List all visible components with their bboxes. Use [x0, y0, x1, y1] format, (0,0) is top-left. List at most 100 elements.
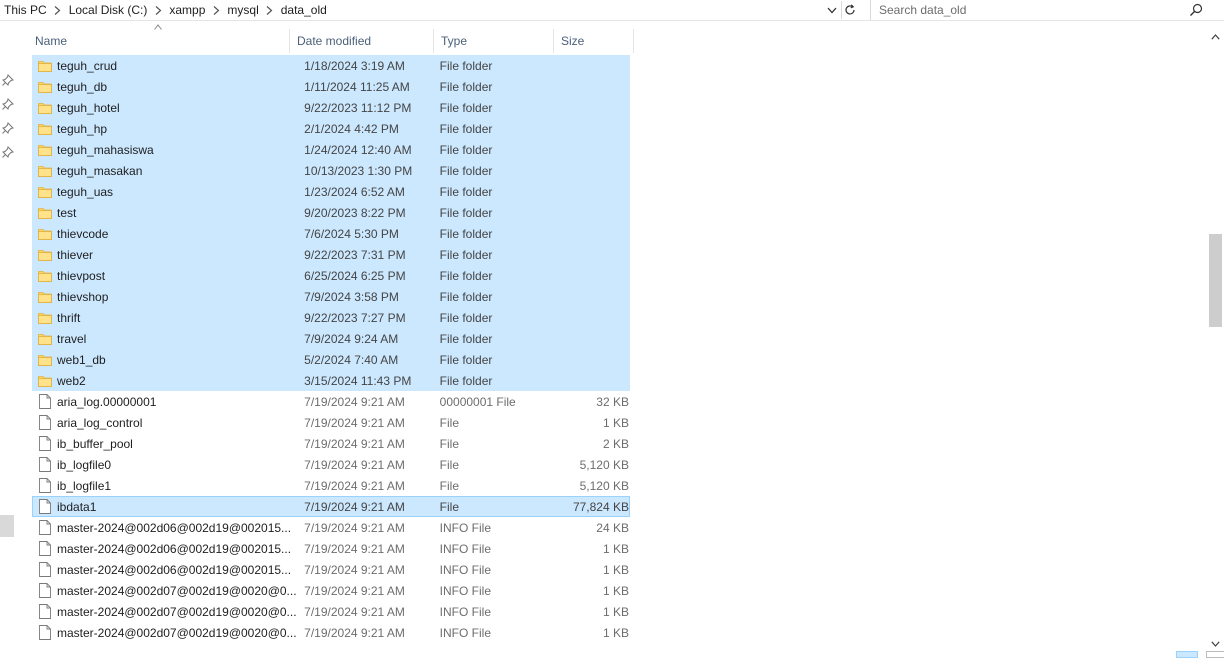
file-row[interactable]: ib_buffer_pool 7/19/2024 9:21 AM File 2 KB — [32, 433, 630, 454]
file-row[interactable]: master-2024@002d07@002d19@0020@0... 7/19/… — [32, 580, 630, 601]
file-row[interactable]: thrift 9/22/2023 7:27 PM File folder — [32, 307, 630, 328]
scroll-down-icon[interactable] — [1207, 635, 1224, 652]
file-row[interactable]: aria_log_control 7/19/2024 9:21 AM File 1 K… — [32, 412, 630, 433]
column-headers: Name Date modified Type Size — [18, 24, 634, 53]
file-icon — [33, 391, 57, 412]
file-row[interactable]: ib_logfile0 7/19/2024 9:21 AM File 5,120 KB — [32, 454, 630, 475]
file-row[interactable]: thievpost 6/25/2024 6:25 PM File folder — [32, 265, 630, 286]
file-row[interactable]: travel 7/9/2024 9:24 AM File folder — [32, 328, 630, 349]
details-view-button[interactable] — [1176, 651, 1198, 658]
file-type: 00000001 File — [439, 394, 516, 409]
sort-ascending-icon — [154, 24, 162, 30]
pin-icon[interactable] — [2, 74, 14, 86]
file-name: aria_log.00000001 — [57, 394, 157, 409]
search-input[interactable] — [871, 1, 1181, 19]
file-row[interactable]: thievshop 7/9/2024 3:58 PM File folder — [32, 286, 630, 307]
file-row[interactable]: thievcode 7/6/2024 5:30 PM File folder — [32, 223, 630, 244]
file-row[interactable]: web1_db 5/2/2024 7:40 AM File folder — [32, 349, 630, 370]
file-date: 3/15/2024 11:43 PM — [304, 373, 412, 388]
file-date: 2/1/2024 4:42 PM — [304, 121, 399, 136]
file-size: 24 KB — [596, 520, 629, 535]
search-icon[interactable] — [1189, 3, 1203, 17]
file-row[interactable]: master-2024@002d06@002d19@002015... 7/19/… — [32, 538, 630, 559]
file-row[interactable]: master-2024@002d07@002d19@0020@0... 7/19/… — [32, 601, 630, 622]
file-size: 77,824 KB — [572, 499, 629, 514]
nav-selected-item[interactable] — [0, 515, 14, 537]
column-header-label: Type — [441, 34, 468, 48]
column-header-label: Date modified — [297, 34, 372, 48]
file-row[interactable]: aria_log.00000001 7/19/2024 9:21 AM 000000… — [32, 391, 630, 412]
pin-icon[interactable] — [2, 146, 14, 158]
file-row[interactable]: web2 3/15/2024 11:43 PM File folder — [32, 370, 630, 391]
file-icon — [33, 496, 57, 517]
file-row[interactable]: teguh_mahasiswa 1/24/2024 12:40 AM File fo… — [32, 139, 630, 160]
file-size: 1 KB — [602, 562, 629, 577]
file-type: INFO File — [439, 583, 492, 598]
file-date: 7/9/2024 9:24 AM — [304, 331, 399, 346]
scrollbar-thumb[interactable] — [1209, 234, 1222, 327]
file-row[interactable]: master-2024@002d06@002d19@002015... 7/19/… — [32, 559, 630, 580]
crumb-xampp[interactable]: xampp — [169, 3, 205, 17]
file-name: thiever — [57, 247, 94, 262]
file-type: File folder — [439, 79, 493, 94]
file-row[interactable]: teguh_db 1/11/2024 11:25 AM File folder — [32, 76, 630, 97]
file-row[interactable]: teguh_crud 1/18/2024 3:19 AM File folder — [32, 55, 630, 76]
pin-icon[interactable] — [2, 98, 14, 110]
file-name: master-2024@002d06@002d19@002015... — [57, 520, 292, 535]
file-type: INFO File — [439, 541, 492, 556]
column-header-type[interactable]: Type — [434, 29, 554, 53]
file-row[interactable]: teguh_masakan 10/13/2023 1:30 PM File fold… — [32, 160, 630, 181]
file-row[interactable]: test 9/20/2023 8:22 PM File folder — [32, 202, 630, 223]
file-type: File folder — [439, 142, 493, 157]
file-name: ib_buffer_pool — [57, 436, 133, 451]
column-header-name[interactable]: Name — [18, 24, 290, 53]
search-box — [870, 0, 1209, 20]
file-type: File folder — [439, 226, 493, 241]
chevron-right-icon[interactable] — [205, 0, 227, 20]
crumb-mysql[interactable]: mysql — [227, 3, 258, 17]
file-row[interactable]: master-2024@002d06@002d19@002015... 7/19/… — [32, 517, 630, 538]
refresh-icon[interactable] — [841, 1, 858, 19]
column-header-date[interactable]: Date modified — [290, 29, 434, 53]
file-name: ib_logfile0 — [57, 457, 112, 472]
file-type: File — [439, 436, 460, 451]
chevron-down-icon[interactable] — [824, 2, 840, 18]
column-header-label: Size — [561, 34, 585, 48]
scroll-up-icon[interactable] — [1207, 28, 1224, 45]
folder-icon — [33, 349, 57, 370]
vertical-scrollbar[interactable] — [1207, 22, 1224, 658]
pin-icon[interactable] — [2, 122, 14, 134]
file-date: 7/19/2024 9:21 AM — [304, 625, 405, 640]
file-name: master-2024@002d07@002d19@0020@0... — [57, 625, 297, 640]
large-icons-view-button[interactable] — [1206, 651, 1224, 658]
crumb-local-disk[interactable]: Local Disk (C:) — [69, 3, 148, 17]
crumb-this-pc[interactable]: This PC — [4, 3, 47, 17]
view-toggle — [1176, 651, 1224, 658]
folder-icon — [33, 160, 57, 181]
file-name: ib_logfile1 — [57, 478, 112, 493]
file-name: thrift — [57, 310, 81, 325]
file-type: File folder — [439, 310, 493, 325]
file-type: File folder — [439, 184, 493, 199]
file-row[interactable]: ib_logfile1 7/19/2024 9:21 AM File 5,120 KB — [32, 475, 630, 496]
file-row[interactable]: teguh_uas 1/23/2024 6:52 AM File folder — [32, 181, 630, 202]
file-row[interactable]: teguh_hp 2/1/2024 4:42 PM File folder — [32, 118, 630, 139]
file-row[interactable]: teguh_hotel 9/22/2023 11:12 PM File folder — [32, 97, 630, 118]
file-date: 7/19/2024 9:21 AM — [304, 583, 405, 598]
file-name: web1_db — [57, 352, 106, 367]
file-type: File folder — [439, 100, 493, 115]
file-row[interactable]: ibdata1 7/19/2024 9:21 AM File 77,824 KB — [32, 496, 630, 517]
breadcrumb[interactable]: This PC Local Disk (C:) xampp mysql data… — [0, 0, 842, 20]
folder-icon — [33, 328, 57, 349]
file-date: 7/19/2024 9:21 AM — [304, 604, 405, 619]
crumb-data-old[interactable]: data_old — [281, 3, 327, 17]
chevron-right-icon[interactable] — [259, 0, 281, 20]
column-header-size[interactable]: Size — [554, 29, 634, 53]
chevron-right-icon[interactable] — [147, 0, 169, 20]
file-name: teguh_uas — [57, 184, 114, 199]
chevron-right-icon[interactable] — [47, 0, 69, 20]
file-name: teguh_hotel — [57, 100, 120, 115]
file-row[interactable]: master-2024@002d07@002d19@0020@0... 7/19/… — [32, 622, 630, 643]
file-icon — [33, 454, 57, 475]
file-row[interactable]: thiever 9/22/2023 7:31 PM File folder — [32, 244, 630, 265]
